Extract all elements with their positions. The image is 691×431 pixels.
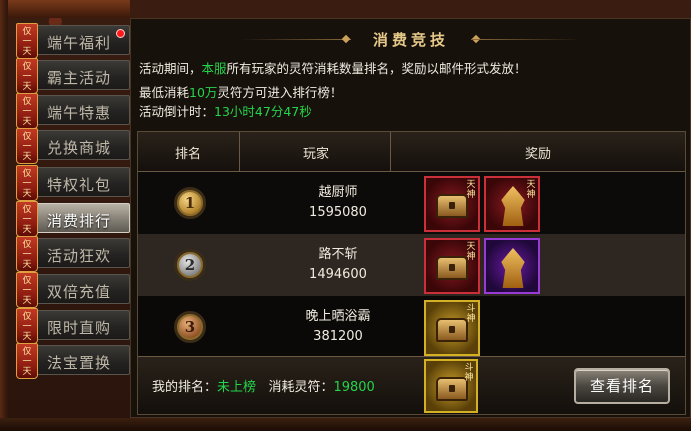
sidebar-item-fabao-zhihuan[interactable]: 仅一天 法宝置换: [16, 343, 130, 379]
info-highlight: 本服: [201, 61, 227, 76]
player-consumption: 381200: [313, 329, 363, 344]
notification-badge: [116, 29, 125, 38]
reward-chest-item[interactable]: 天神: [424, 238, 480, 294]
reward-tag: 天神: [466, 242, 476, 262]
sidebar-item-label: 消费排行: [47, 212, 112, 230]
table-row: 3 晚上晒浴霸 381200 斗神: [138, 296, 685, 358]
sidebar-item-label: 活动狂欢: [47, 247, 112, 265]
treasure-chest-icon: [436, 194, 468, 218]
player-name: 路不斩: [318, 247, 358, 262]
sidebar-item-label: 端午特惠: [47, 104, 112, 122]
sidebar-item-duanwu-fuli[interactable]: 仅一天 端午福利: [16, 23, 130, 59]
my-rank-info: 我的排名：未上榜 消耗灵符：19800: [152, 376, 375, 395]
sidebar-item-tequan-libao[interactable]: 仅一天 特权礼包: [16, 165, 130, 201]
title-divider-right: [471, 39, 581, 40]
countdown-label: 活动倒计时：: [139, 104, 215, 119]
reward-tag: 天神: [466, 180, 476, 200]
sidebar-item-huodong-kuanghuan[interactable]: 仅一天 活动狂欢: [16, 236, 130, 272]
sidebar-item-label: 兑换商城: [47, 139, 112, 157]
sidebar-item-bazhu-huodong[interactable]: 仅一天 霸主活动: [16, 58, 130, 94]
sidebar-item-label: 特权礼包: [47, 176, 112, 194]
title-divider-left: [241, 39, 351, 40]
limited-tag: 仅一天: [16, 308, 38, 344]
rank-2-medal-icon: 2: [174, 249, 206, 281]
table-row: 2 路不斩 1494600 天神: [138, 234, 685, 296]
info-highlight: 10万: [189, 85, 218, 100]
frame-top-ornament: [0, 0, 130, 18]
header-divider: [239, 132, 240, 172]
reward-figure-item[interactable]: 天神: [484, 176, 540, 232]
player-consumption: 1595080: [309, 205, 367, 220]
warrior-figure-icon: [501, 186, 525, 226]
sidebar-item-label: 限时直购: [47, 319, 112, 337]
info-line-rules: 活动期间，本服所有玩家的灵符消耗数量排名，奖励以邮件形式发放！: [139, 58, 527, 77]
reward-tag: 斗神: [466, 304, 476, 324]
title-diamond-icon: [341, 34, 351, 44]
sidebar-item-duihuan-shangcheng[interactable]: 仅一天 兑换商城: [16, 128, 130, 164]
limited-tag: 仅一天: [16, 236, 38, 272]
reward-figure-item[interactable]: [484, 238, 540, 294]
header-divider: [390, 132, 391, 172]
my-consume-value: 19800: [333, 380, 375, 395]
frame-bottom-edge: [0, 418, 691, 431]
page-title: 消费竞技: [372, 31, 449, 49]
sidebar-item-label: 端午福利: [47, 34, 112, 52]
reward-tag: 天神: [526, 180, 536, 200]
info-line-minimum: 最低消耗10万灵符方可进入排行榜！: [139, 82, 342, 101]
player-name: 越厨师: [318, 185, 358, 200]
ranking-table: 排名 玩家 奖励 1 越厨师 1595080 天神 天神 2 路不斩 14946…: [137, 131, 686, 415]
limited-tag: 仅一天: [16, 128, 38, 164]
reward-tag: 斗神: [464, 363, 474, 383]
player-consumption: 1494600: [309, 267, 367, 282]
limited-tag: 仅一天: [16, 23, 38, 59]
sidebar-item-label: 法宝置换: [47, 354, 112, 372]
rank-3-medal-icon: 3: [174, 311, 206, 343]
view-ranking-button[interactable]: 查看排名: [574, 368, 670, 404]
table-header: 排名 玩家 奖励: [138, 132, 685, 172]
my-rank-value: 未上榜: [217, 380, 257, 395]
treasure-chest-icon: [436, 318, 468, 342]
reward-chest-item[interactable]: 斗神: [424, 300, 480, 356]
sidebar-item-shuangbei-chongzhi[interactable]: 仅一天 双倍充值: [16, 272, 130, 308]
my-rank-label: 我的排名：: [152, 380, 218, 395]
frame-left-edge: [0, 0, 8, 431]
limited-tag: 仅一天: [16, 58, 38, 94]
limited-tag: 仅一天: [16, 93, 38, 129]
limited-tag: 仅一天: [16, 165, 38, 201]
treasure-chest-icon: [436, 256, 468, 280]
sidebar-item-xianshi-zhigou[interactable]: 仅一天 限时直购: [16, 308, 130, 344]
sidebar-item-label: 双倍充值: [47, 283, 112, 301]
my-reward-chest-item[interactable]: 斗神: [424, 359, 478, 413]
limited-tag: 仅一天: [16, 343, 38, 379]
info-text: 最低消耗: [139, 85, 190, 100]
sidebar: 仅一天 端午福利 仅一天 霸主活动 仅一天 端午特惠 仅一天 兑换商城 仅一天 …: [8, 18, 130, 418]
panel-title: 消费竞技: [131, 27, 691, 49]
warrior-figure-icon: [501, 248, 525, 288]
countdown-value: 13小时47分47秒: [214, 104, 312, 119]
main-panel: 消费竞技 活动期间，本服所有玩家的灵符消耗数量排名，奖励以邮件形式发放！ 最低消…: [130, 18, 691, 418]
info-text: 灵符方可进入排行榜！: [217, 85, 343, 100]
player-name: 晚上晒浴霸: [305, 309, 371, 324]
sidebar-item-duanwu-tehui[interactable]: 仅一天 端午特惠: [16, 93, 130, 129]
sidebar-item-xiaofei-paihang[interactable]: 仅一天 消费排行: [16, 201, 130, 237]
limited-tag: 仅一天: [16, 272, 38, 308]
rank-1-medal-icon: 1: [174, 187, 206, 219]
header-reward: 奖励: [525, 147, 552, 162]
my-rank-footer: 我的排名：未上榜 消耗灵符：19800 斗神 查看排名: [138, 356, 685, 414]
info-text: 所有玩家的灵符消耗数量排名，奖励以邮件形式发放！: [226, 61, 527, 76]
reward-chest-item[interactable]: 天神: [424, 176, 480, 232]
my-consume-label: 消耗灵符：: [268, 380, 334, 395]
info-text: 活动期间，: [139, 61, 202, 76]
sidebar-item-label: 霸主活动: [47, 69, 112, 87]
table-row: 1 越厨师 1595080 天神 天神: [138, 172, 685, 234]
header-player: 玩家: [303, 147, 330, 162]
info-line-countdown: 活动倒计时：13小时47分47秒: [139, 101, 312, 120]
limited-tag: 仅一天: [16, 201, 38, 237]
header-rank: 排名: [175, 147, 202, 162]
